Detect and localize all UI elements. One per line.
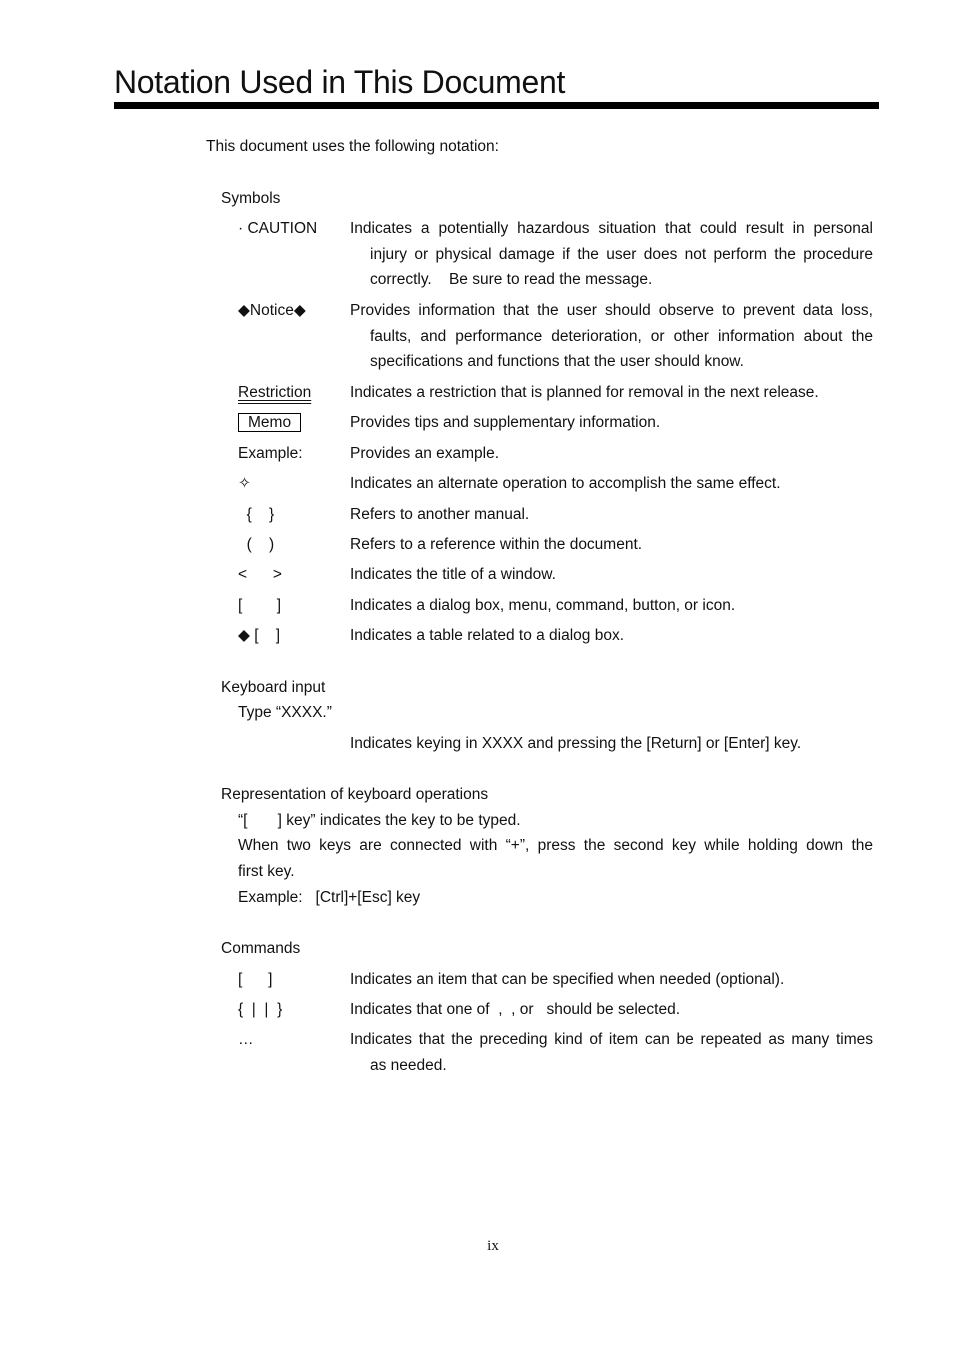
description-square-brackets: Indicates a dialog box, menu, command, b… bbox=[350, 597, 736, 614]
symbol-angle-brackets: < > bbox=[238, 566, 282, 583]
command-symbol-optional: [ ] bbox=[238, 971, 273, 988]
command-symbol-ellipsis: … bbox=[238, 1031, 254, 1048]
memo-box: Memo bbox=[238, 413, 302, 432]
description-example: Provides an example. bbox=[350, 445, 500, 462]
keyboard-ops-example: Example: [Ctrl]+[Esc] key bbox=[238, 889, 421, 906]
desc-line: faults, and performance deterioration, o… bbox=[370, 327, 873, 345]
symbol-example: Example: bbox=[238, 445, 303, 462]
symbol-diamond-bracket: ◆ [ ] bbox=[238, 627, 281, 644]
description-notice: Provides information that the user shoul… bbox=[350, 298, 873, 375]
desc-line: injury or physical damage if the user do… bbox=[370, 245, 873, 263]
description-memo: Provides tips and supplementary informat… bbox=[350, 414, 661, 431]
description-angle-brackets: Indicates the title of a window. bbox=[350, 566, 556, 583]
intro-text: This document uses the following notatio… bbox=[206, 138, 499, 155]
restriction-label: Restriction bbox=[238, 384, 312, 401]
page-title: Notation Used in This Document bbox=[114, 64, 566, 100]
section-heading-symbols: Symbols bbox=[221, 190, 281, 207]
description-diamond-bracket: Indicates a table related to a dialog bo… bbox=[350, 627, 625, 644]
desc-line: Indicates that the preceding kind of ite… bbox=[350, 1031, 873, 1048]
symbol-parens: ( ) bbox=[238, 536, 275, 553]
desc-line: correctly. Be sure to read the message. bbox=[370, 271, 653, 288]
keyboard-input-description: Indicates keying in XXXX and pressing th… bbox=[350, 735, 802, 752]
section-heading-keyboard-ops: Representation of keyboard operations bbox=[221, 786, 489, 803]
keyboard-ops-line1: “[ ] key” indicates the key to be typed. bbox=[238, 812, 521, 829]
keyboard-input-example: Type “XXXX.” bbox=[238, 704, 332, 721]
description-parens: Refers to a reference within the documen… bbox=[350, 536, 643, 553]
desc-line: Provides information that the user shoul… bbox=[350, 302, 873, 319]
symbol-caution: · CAUTION bbox=[238, 220, 318, 237]
description-caution: Indicates a potentially hazardous situat… bbox=[350, 216, 873, 293]
desc-line: Indicates a potentially hazardous situat… bbox=[350, 220, 873, 237]
description-alternate: Indicates an alternate operation to acco… bbox=[350, 475, 781, 492]
symbol-braces: { } bbox=[238, 506, 275, 523]
symbol-notice: ◆Notice◆ bbox=[238, 302, 306, 319]
command-description-optional: Indicates an item that can be specified … bbox=[350, 971, 785, 988]
desc-line: as needed. bbox=[370, 1056, 447, 1074]
alternate-operation-icon: ✧ bbox=[238, 475, 251, 492]
description-restriction: Indicates a restriction that is planned … bbox=[350, 384, 819, 401]
title-rule bbox=[114, 102, 879, 109]
desc-line: specifications and functions that the us… bbox=[370, 353, 744, 370]
section-heading-keyboard-input: Keyboard input bbox=[221, 679, 326, 696]
description-braces: Refers to another manual. bbox=[350, 506, 530, 523]
section-heading-commands: Commands bbox=[221, 940, 301, 957]
symbol-restriction: Restriction bbox=[238, 383, 311, 403]
command-symbol-choice: { | | } bbox=[238, 1001, 283, 1018]
command-description-repeat: Indicates that the preceding kind of ite… bbox=[350, 1027, 873, 1078]
keyboard-ops-line2: When two keys are connected with “+”, pr… bbox=[238, 837, 873, 854]
command-description-choice: Indicates that one of , , or should be s… bbox=[350, 1001, 681, 1018]
keyboard-ops-line2-cont: first key. bbox=[238, 863, 295, 880]
page-number: ix bbox=[487, 1238, 499, 1254]
symbol-square-brackets: [ ] bbox=[238, 597, 282, 614]
symbol-memo: Memo bbox=[238, 413, 302, 433]
